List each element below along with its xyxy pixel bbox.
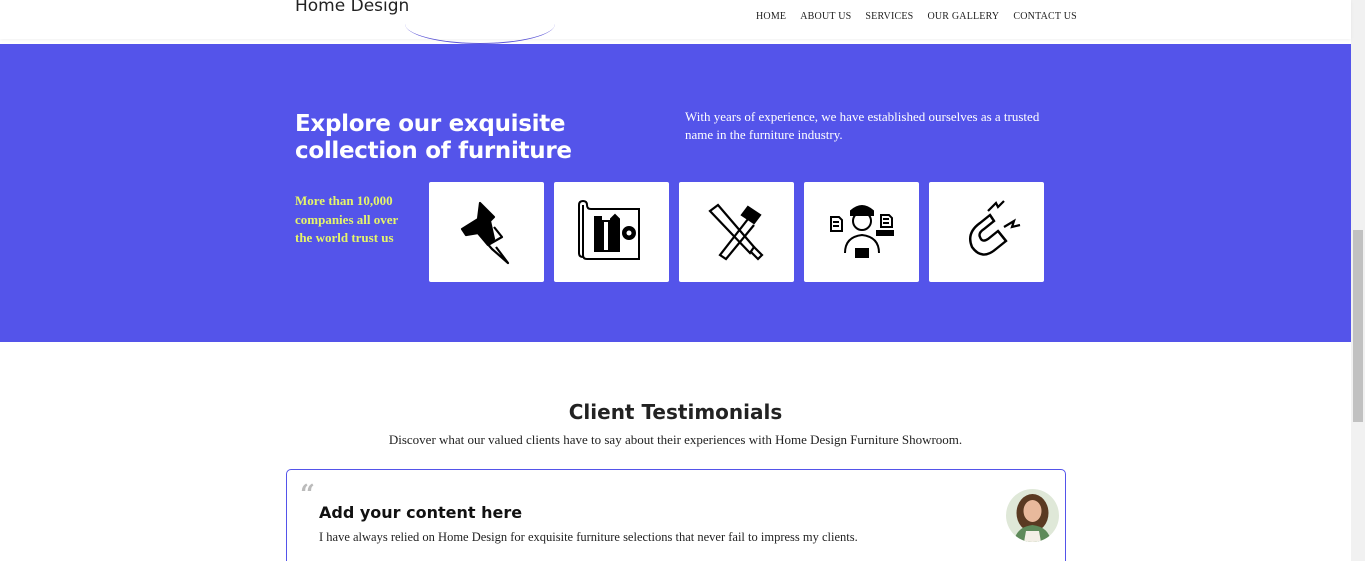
testimonial-heading: Add your content here (319, 503, 523, 522)
site-logo[interactable]: Home Design (295, 0, 409, 16)
scrollbar-thumb[interactable] (1353, 230, 1363, 422)
nav-services[interactable]: SERVICES (865, 11, 913, 22)
band-title: Explore our exquisite collection of furn… (295, 111, 572, 164)
feature-card-designer (804, 182, 919, 282)
feature-card-tools (679, 182, 794, 282)
feature-card-pushpin (429, 182, 544, 282)
tools-icon (707, 203, 764, 261)
magnet-icon (968, 200, 1020, 256)
testimonials-subtitle: Discover what our valued clients have to… (388, 432, 963, 447)
designer-icon (829, 205, 894, 258)
blueprint-icon (577, 199, 640, 260)
nav-about-us[interactable]: ABOUT US (800, 11, 851, 22)
feature-card-blueprint (554, 182, 669, 282)
feature-card-magnet (929, 182, 1044, 282)
nav-our-gallery[interactable]: OUR GALLERY (927, 11, 999, 22)
testimonial-card: “ Add your content here I have always re… (286, 469, 1066, 561)
band-trust-text: More than 10,000 companies all over the … (295, 193, 399, 245)
logo-arc-decoration (405, 14, 555, 44)
nav-home[interactable]: HOME (756, 11, 786, 22)
avatar (1006, 489, 1059, 542)
hero-band: Explore our exquisite collection of furn… (0, 44, 1351, 342)
page-scrollbar[interactable] (1351, 0, 1365, 561)
feature-cards (429, 182, 1045, 282)
nav-contact-us[interactable]: CONTACT US (1013, 11, 1077, 22)
pushpin-icon (460, 201, 509, 265)
testimonials-title: Client Testimonials (568, 400, 783, 424)
quote-icon: “ (300, 480, 315, 510)
main-nav: HOME ABOUT US SERVICES OUR GALLERY CONTA… (756, 11, 1091, 22)
testimonial-text: I have always relied on Home Design for … (319, 530, 858, 544)
band-description: With years of experience, we have establ… (685, 109, 1040, 142)
site-header: Home Design HOME ABOUT US SERVICES OUR G… (0, 0, 1351, 44)
